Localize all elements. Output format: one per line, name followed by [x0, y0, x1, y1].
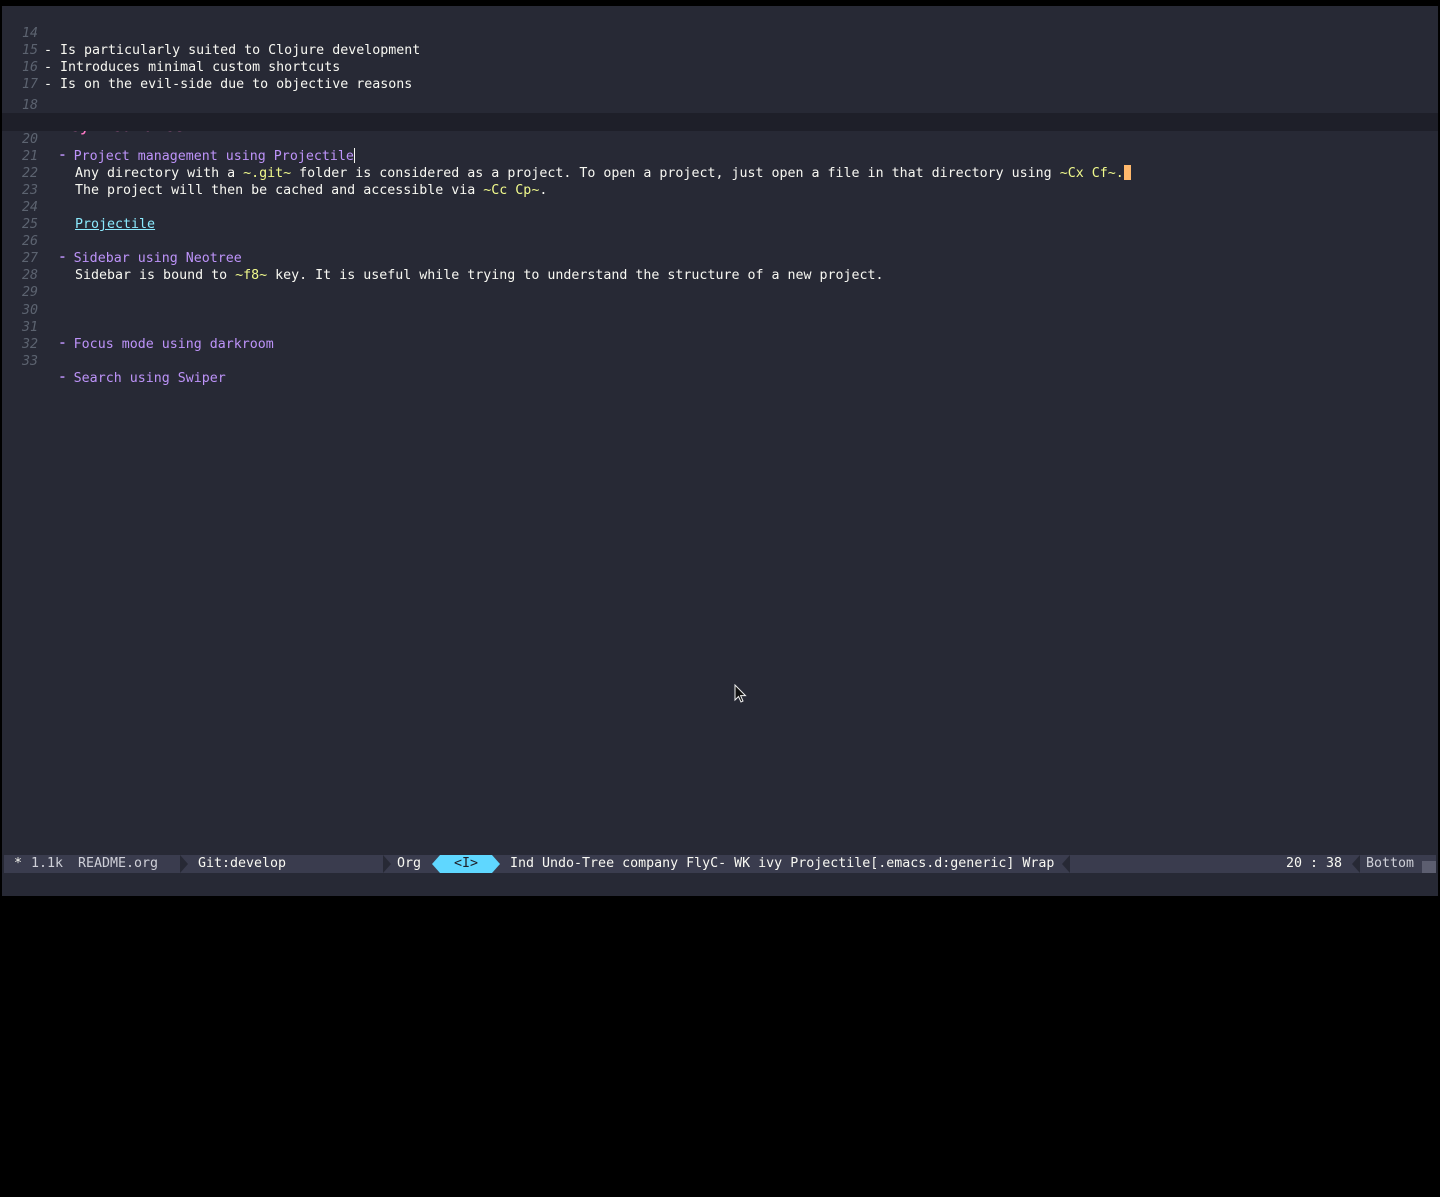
buffer-line[interactable]: 18 ⁃ Key Features	[2, 76, 1438, 136]
buffer-name[interactable]: README.org	[78, 855, 158, 873]
separator-arrow-icon	[432, 855, 440, 873]
minor-modes[interactable]: Ind Undo-Tree company FlyC- WK ivy Proje…	[510, 855, 1054, 873]
buffer-line[interactable]: 32	[2, 319, 1438, 352]
buffer-line[interactable]: 27 Sidebar is bound to ~f8~ key. It is u…	[2, 233, 1438, 283]
buffer-line[interactable]: 30	[2, 284, 1438, 318]
separator-arrow-icon	[383, 855, 391, 873]
buffer-line[interactable]: 19	[2, 96, 1438, 129]
buffer-line[interactable]: 28	[2, 250, 1438, 283]
buffer-line[interactable]: 15 - Introduces minimal custom shortcuts	[2, 25, 1438, 75]
separator-arrow-icon	[492, 855, 500, 873]
separator-arrow-icon	[1352, 855, 1360, 873]
buffer-line[interactable]: 16 - Is on the evil-side due to objectiv…	[2, 42, 1438, 92]
mouse-pointer-icon	[734, 684, 747, 703]
emacs-frame: 14 - Is particularly suited to Clojure d…	[2, 6, 1438, 896]
buffer-line[interactable]: 26 ⁃ Sidebar using Neotree	[2, 216, 1438, 266]
buffer-size: 1.1k	[31, 856, 64, 871]
cursor-position: 20 : 38	[1286, 856, 1343, 871]
evil-state-badge: <I>	[440, 855, 492, 873]
mode-line: * 1.1k README.org Git:develop Org <I> In…	[4, 855, 1436, 873]
heading-text: Search using Swiper	[73, 370, 226, 386]
buffer-line[interactable]: 25	[2, 199, 1438, 232]
buffer-line[interactable]: 33 ⁃ Search using Swiper	[2, 336, 1438, 386]
buffer-line[interactable]: 17	[2, 59, 1438, 92]
buffer-line[interactable]: 31 ⁃ Focus mode using darkroom	[2, 302, 1438, 352]
modeline-end-block	[1422, 861, 1436, 873]
modified-indicator: *	[14, 856, 23, 871]
vcs-branch[interactable]: Git:develop	[198, 855, 286, 873]
line-number: 33	[21, 353, 38, 369]
buffer-line[interactable]: 24 Projectile	[2, 182, 1438, 232]
separator-arrow-icon	[180, 855, 188, 873]
buffer-line[interactable]: 22 The project will then be cached and a…	[2, 148, 1438, 198]
major-mode[interactable]: Org	[397, 855, 421, 873]
heading-search-swiper[interactable]: ⁃ Search using Swiper	[59, 370, 226, 387]
scroll-position: Bottom	[1366, 856, 1415, 871]
org-bullet-icon: ⁃	[59, 370, 66, 386]
buffer-line[interactable]: 21 Any directory with a ~.git~ folder is…	[2, 131, 1438, 181]
editor-buffer[interactable]: 14 - Is particularly suited to Clojure d…	[2, 8, 1438, 386]
separator-arrow-icon	[1062, 855, 1070, 873]
buffer-line[interactable]: 29	[2, 267, 1438, 300]
buffer-line[interactable]: 23	[2, 165, 1438, 198]
current-line[interactable]: 20 ⁃ Project management using Projectile	[2, 113, 1438, 164]
buffer-line[interactable]: 14 - Is particularly suited to Clojure d…	[2, 8, 1438, 58]
